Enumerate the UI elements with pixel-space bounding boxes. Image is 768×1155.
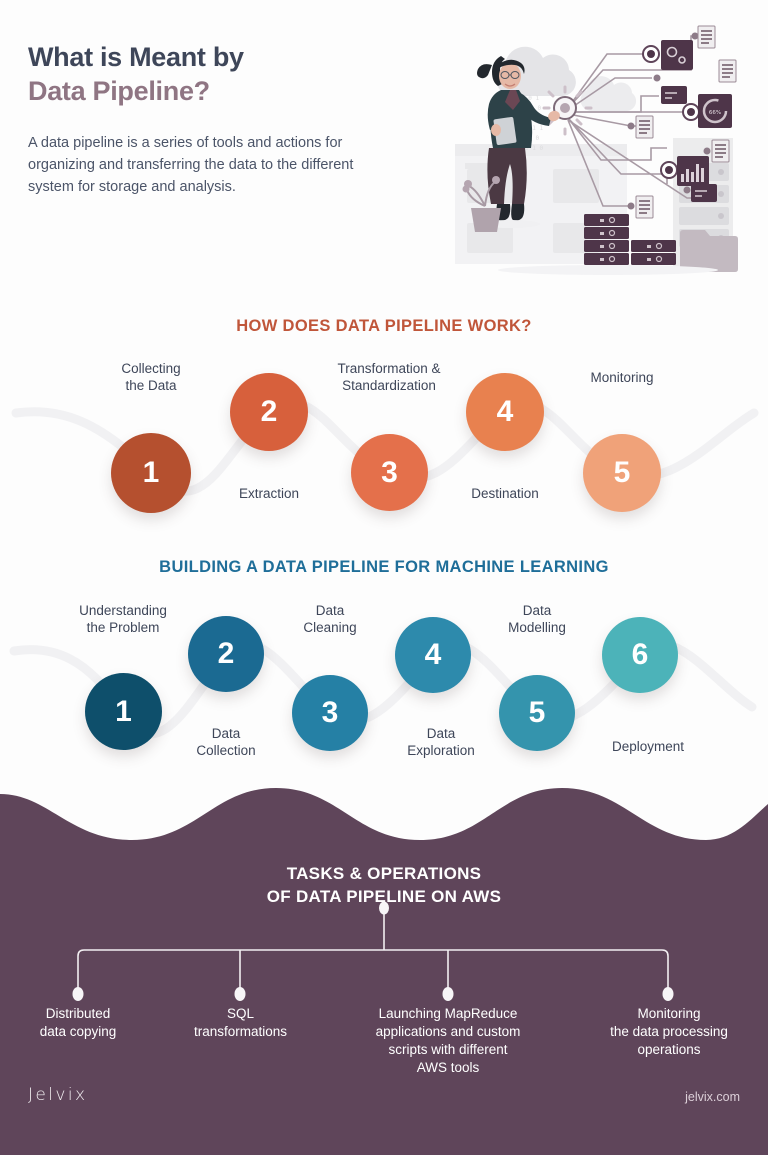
data-pipeline-illustration: 1 0 10 1 0 1 1 00 1 1 1 0 00 1 0	[455, 8, 761, 283]
blue-step-number-1: 1	[115, 694, 132, 728]
orange-step-number-1: 1	[142, 456, 160, 489]
orange-step-label-3: Transformation & Standardization	[337, 361, 441, 394]
jelvix-website-url[interactable]: jelvix.com	[685, 1090, 740, 1104]
blue-step-label-6: Deployment	[611, 739, 685, 754]
orange-step-number-4: 4	[496, 395, 514, 428]
task-label-launching-mapreduce: Launching MapReduce applications and cus…	[375, 1006, 521, 1075]
tasks-operations-section: TASKS & OPERATIONS OF DATA PIPELINE ON A…	[0, 778, 768, 1155]
hero-text-block: What is Meant by Data Pipeline? A data p…	[28, 42, 428, 198]
blue-step-number-3: 3	[321, 696, 339, 729]
orange-step-number-3: 3	[381, 455, 398, 489]
task-label-distributed-data-copying: Distributed data copying	[39, 1006, 117, 1039]
orange-step-node-2[interactable]: 2	[230, 373, 308, 451]
blue-step-number-2: 2	[217, 637, 235, 670]
page-title-line1: What is Meant by	[28, 42, 244, 72]
task-label-sql-transformations: SQL transformations	[193, 1006, 288, 1039]
page-title-line2: Data Pipeline?	[28, 75, 210, 106]
task-label-monitoring-data-processing: Monitoring the data processing operation…	[610, 1006, 728, 1057]
jelvix-logo[interactable]: Jelvix	[28, 1085, 87, 1105]
orange-step-label-4: Destination	[471, 486, 539, 501]
tasks-connector-tree	[72, 901, 674, 1001]
blue-step-label-1: Understanding the Problem	[79, 603, 167, 636]
hero-section: What is Meant by Data Pipeline? A data p…	[0, 0, 768, 290]
blue-step-label-2: Data Collection	[196, 726, 256, 759]
hero-description: A data pipeline is a series of tools and…	[28, 134, 354, 195]
heading-building-data-pipeline-ml: BUILDING A DATA PIPELINE FOR MACHINE LEA…	[159, 558, 609, 576]
blue-step-number-5: 5	[528, 696, 546, 729]
infographic-page: What is Meant by Data Pipeline? A data p…	[0, 0, 768, 1155]
heading-how-does-data-pipeline-work: HOW DOES DATA PIPELINE WORK?	[236, 317, 532, 335]
orange-step-number-2: 2	[260, 395, 278, 428]
svg-text:66%: 66%	[709, 110, 721, 116]
orange-step-number-5: 5	[613, 456, 631, 489]
blue-step-number-4: 4	[424, 638, 442, 671]
blue-step-label-3: Data Cleaning	[303, 603, 357, 636]
orange-step-label-2: Extraction	[238, 486, 300, 501]
blue-step-label-5: Data Modelling	[508, 603, 566, 636]
tasks-title-line1: TASKS & OPERATIONS	[286, 864, 482, 883]
orange-step-label-5: Monitoring	[590, 370, 654, 385]
blue-step-label-4: Data Exploration	[407, 726, 475, 759]
blue-step-number-6: 6	[631, 638, 649, 671]
orange-step-label-1: Collecting the Data	[121, 361, 181, 394]
